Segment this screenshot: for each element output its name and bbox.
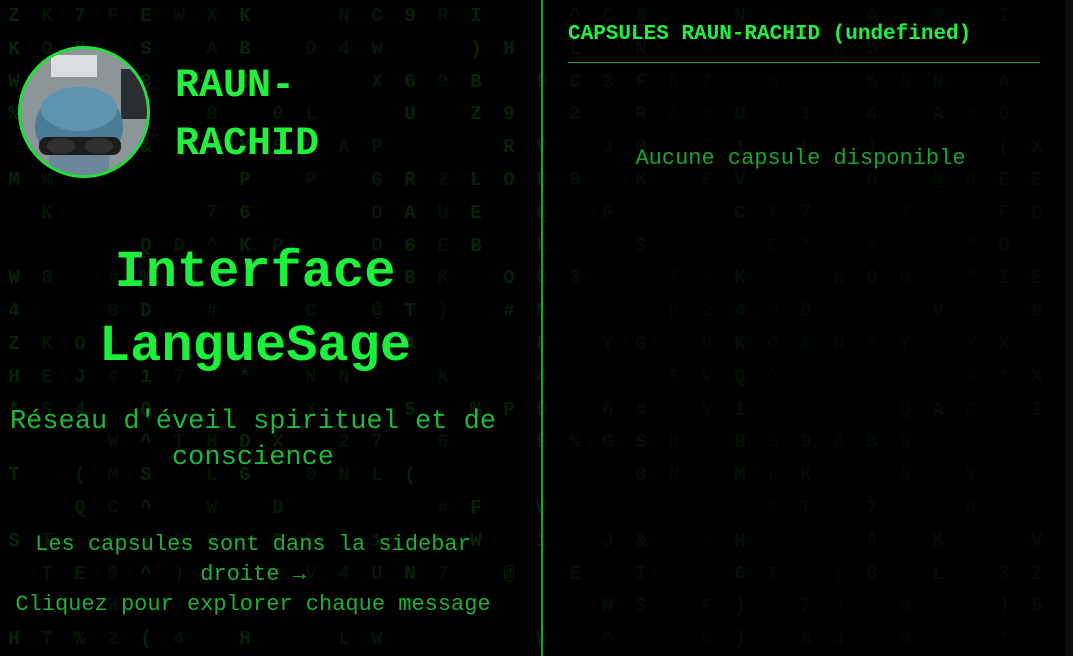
page-title: Interface LangueSage xyxy=(98,243,412,376)
panel-divider xyxy=(541,0,543,656)
avatar[interactable] xyxy=(18,46,150,178)
profile-name: RAUN- RACHID xyxy=(175,64,320,167)
avatar-photo-icon xyxy=(21,49,147,175)
main-panel: RAUN- RACHID Interface LangueSage Réseau… xyxy=(0,0,541,656)
sidebar-header: CAPSULES RAUN-RACHID (undefined) xyxy=(568,20,1040,63)
empty-state-message: Aucune capsule disponible xyxy=(635,146,966,171)
hint-text: Les capsules sont dans la sidebar droite… xyxy=(0,530,506,620)
hint-line-2: Cliquez pour explorer chaque message xyxy=(15,592,491,617)
sidebar-scrollbar[interactable] xyxy=(1065,0,1073,656)
capsules-sidebar: CAPSULES RAUN-RACHID (undefined) Aucune … xyxy=(543,0,1065,656)
hint-line-1: Les capsules sont dans la sidebar droite… xyxy=(35,532,471,587)
page-subtitle: Réseau d'éveil spirituel et de conscienc… xyxy=(9,407,497,473)
